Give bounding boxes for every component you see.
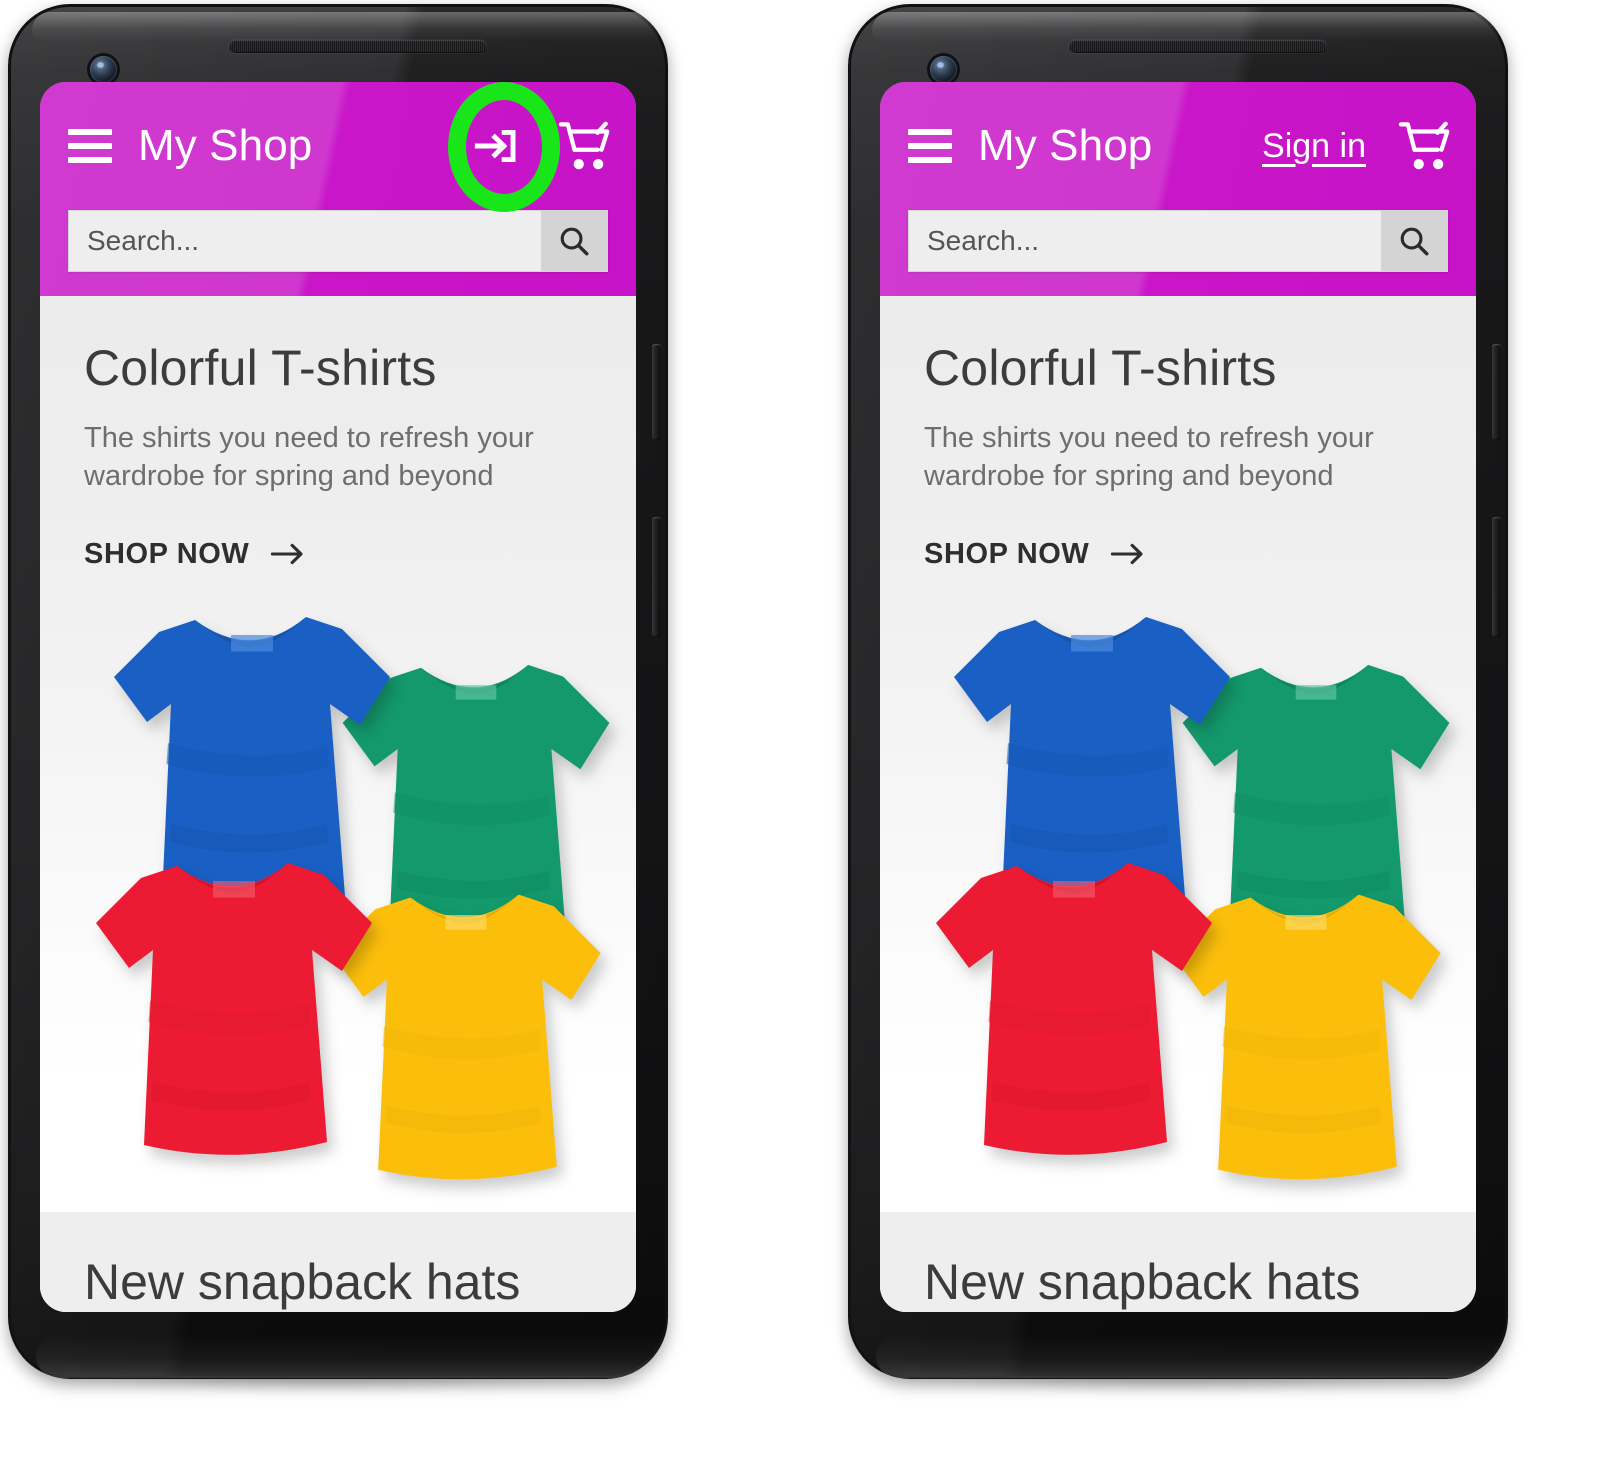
phone-screen: My Shop Sign in Search... Colorful T-shi… (880, 82, 1476, 1312)
hamburger-bar-3 (68, 157, 112, 163)
hamburger-bar-1 (908, 129, 952, 135)
phone-screen: My Shop Search... Colorful T-shirts The … (40, 82, 636, 1312)
tshirt-red (924, 845, 1224, 1175)
app-brand-title: My Shop (138, 121, 313, 170)
hamburger-bar-2 (68, 143, 112, 149)
shop-now-button[interactable]: SHOP NOW (84, 538, 305, 571)
next-section-title: New snapback hats (924, 1254, 1361, 1310)
phone-power-button[interactable] (652, 344, 661, 440)
search-input[interactable] (69, 211, 541, 271)
hamburger-bar-2 (908, 143, 952, 149)
hero-card: Colorful T-shirts The shirts you need to… (880, 296, 1476, 1212)
phone-earpiece-speaker (1069, 40, 1327, 53)
search-icon (1400, 227, 1429, 256)
app-header-row: My Shop (40, 82, 636, 210)
next-section-card: New snapback hats Dashing, distinctive. … (40, 1212, 636, 1312)
page-content: Colorful T-shirts The shirts you need to… (40, 296, 636, 1312)
account-control[interactable]: Sign in (1262, 127, 1366, 166)
login-icon[interactable] (468, 118, 524, 174)
arrow-right-icon (1111, 543, 1143, 565)
hamburger-menu-icon[interactable] (68, 129, 112, 163)
app-header: My Shop Sign in (880, 82, 1476, 296)
app-header-row: My Shop Sign in (880, 82, 1476, 210)
phone-mockup-before: My Shop Search... Colorful T-shirts The … (0, 0, 688, 1473)
phone-power-button[interactable] (1492, 344, 1501, 440)
phone-top-bevel (872, 12, 1524, 42)
account-control[interactable] (466, 118, 526, 174)
search-submit-button[interactable] (1381, 211, 1447, 271)
hamburger-bar-3 (908, 157, 952, 163)
next-section-title: New snapback hats (84, 1254, 521, 1310)
arrow-right-icon (271, 543, 303, 565)
shopping-cart-icon[interactable] (1396, 118, 1454, 174)
phone-mockup-after: My Shop Sign in Search... Colorful T-shi… (828, 0, 1528, 1473)
search-icon (560, 227, 589, 256)
sign-in-link[interactable]: Sign in (1262, 127, 1366, 166)
next-section-card: New snapback hats Dashing, distinctive. … (880, 1212, 1476, 1312)
phone-volume-button[interactable] (652, 517, 661, 637)
search-row (880, 210, 1476, 274)
shopping-cart-icon[interactable] (556, 118, 614, 174)
hero-product-image (84, 599, 614, 1199)
hero-title: Colorful T-shirts (84, 340, 437, 396)
phone-earpiece-speaker (229, 40, 487, 53)
search-row (40, 210, 636, 274)
search-box[interactable] (908, 210, 1448, 272)
phone-volume-button[interactable] (1492, 517, 1501, 637)
phone-bottom-bevel (36, 1334, 680, 1378)
comparison-screenshot: My Shop Search... Colorful T-shirts The … (0, 0, 1600, 1473)
hamburger-menu-icon[interactable] (908, 129, 952, 163)
tshirt-red (84, 845, 384, 1175)
shop-now-label: SHOP NOW (84, 537, 250, 570)
hero-product-image (924, 599, 1454, 1199)
phone-bottom-bevel (876, 1334, 1520, 1378)
page-content: Colorful T-shirts The shirts you need to… (880, 296, 1476, 1312)
phone-front-camera (930, 56, 957, 83)
hamburger-bar-1 (68, 129, 112, 135)
phone-front-camera (90, 56, 117, 83)
phone-top-bevel (32, 12, 684, 42)
search-input[interactable] (909, 211, 1381, 271)
hero-subtitle: The shirts you need to refresh your ward… (84, 421, 534, 493)
search-submit-button[interactable] (541, 211, 607, 271)
shop-now-button[interactable]: SHOP NOW (924, 538, 1145, 571)
hero-card: Colorful T-shirts The shirts you need to… (40, 296, 636, 1212)
app-brand-title: My Shop (978, 121, 1153, 170)
shop-now-label: SHOP NOW (924, 537, 1090, 570)
hero-subtitle: The shirts you need to refresh your ward… (924, 421, 1374, 493)
search-box[interactable] (68, 210, 608, 272)
app-header: My Shop (40, 82, 636, 296)
hero-title: Colorful T-shirts (924, 340, 1277, 396)
